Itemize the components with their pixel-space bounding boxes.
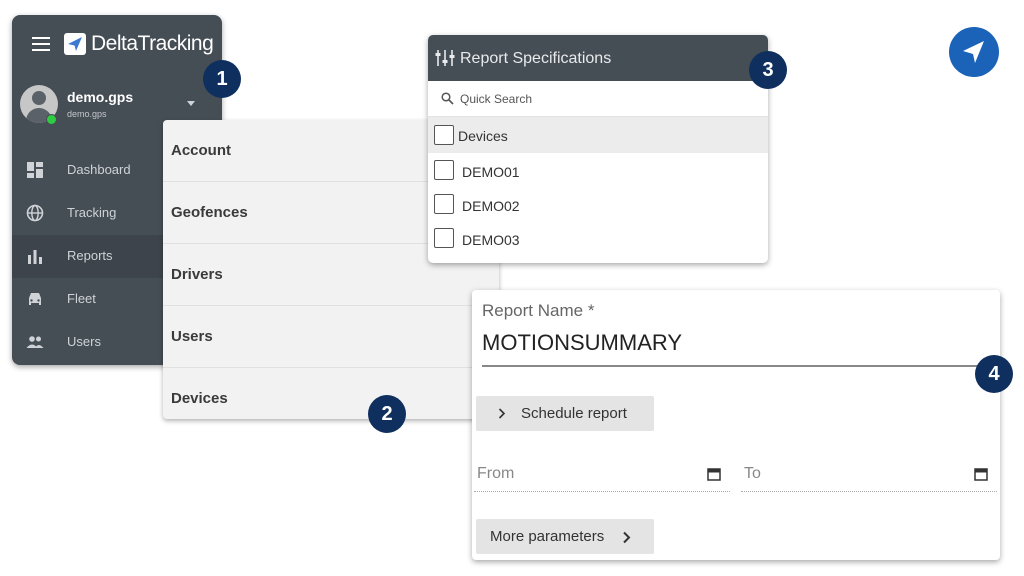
schedule-report-button[interactable]: Schedule report xyxy=(476,396,654,431)
sidebar-item-label: Reports xyxy=(67,248,113,263)
menu-item-label: Account xyxy=(171,142,231,159)
menu-item-devices[interactable]: Devices xyxy=(163,368,499,430)
navigation-arrow-button[interactable] xyxy=(949,27,999,77)
user-name: demo.gps xyxy=(67,89,134,105)
more-parameters-button[interactable]: More parameters xyxy=(476,519,654,554)
step-badge-2: 2 xyxy=(368,395,406,433)
calendar-icon[interactable] xyxy=(974,467,988,481)
device-row[interactable]: DEMO03 xyxy=(428,221,768,255)
spec-header: Report Specifications xyxy=(428,35,768,81)
menu-item-label: Drivers xyxy=(171,266,223,283)
to-date-field[interactable]: To xyxy=(741,450,997,492)
search-placeholder: Quick Search xyxy=(460,92,533,106)
device-row[interactable]: DEMO01 xyxy=(428,153,768,187)
logo-icon xyxy=(64,33,86,55)
report-name-label: Report Name * xyxy=(482,301,595,320)
report-name-input[interactable]: MOTIONSUMMARY xyxy=(482,330,682,356)
quick-search-input[interactable]: Quick Search xyxy=(428,81,768,117)
device-row[interactable]: DEMO02 xyxy=(428,187,768,221)
navigation-arrow-icon xyxy=(963,41,984,63)
sidebar-item-label: Tracking xyxy=(67,205,117,220)
sidebar-header: DeltaTracking xyxy=(12,15,222,75)
device-checkbox[interactable] xyxy=(434,194,454,214)
online-status-icon xyxy=(46,114,57,125)
from-date-label: From xyxy=(477,465,515,482)
menu-item-label: Devices xyxy=(171,390,228,407)
car-icon xyxy=(29,293,41,305)
step-badge-3: 3 xyxy=(749,51,787,89)
devices-header: Devices xyxy=(428,117,768,153)
sliders-icon xyxy=(435,50,455,66)
sidebar-item-label: Users xyxy=(67,334,101,349)
chevron-down-icon[interactable] xyxy=(187,101,195,106)
calendar-icon[interactable] xyxy=(707,467,721,481)
menu-item-label: Users xyxy=(171,328,213,345)
hamburger-menu-icon[interactable] xyxy=(32,37,50,51)
schedule-report-label: Schedule report xyxy=(521,405,627,422)
step-badge-4: 4 xyxy=(975,355,1013,393)
step-badge-1: 1 xyxy=(203,60,241,98)
device-label: DEMO03 xyxy=(462,232,520,248)
chevron-right-icon xyxy=(498,408,506,419)
bar-chart-icon xyxy=(28,250,42,264)
sidebar-item-label: Dashboard xyxy=(67,162,131,177)
menu-item-label: Geofences xyxy=(171,204,248,221)
report-form-panel: Report Name * MOTIONSUMMARY Schedule rep… xyxy=(472,290,1000,560)
select-all-devices-checkbox[interactable] xyxy=(434,125,454,145)
chevron-right-icon xyxy=(623,531,631,544)
search-icon xyxy=(441,92,454,105)
report-specifications-panel: Report Specifications Quick Search Devic… xyxy=(428,35,768,263)
user-subtitle: demo.gps xyxy=(67,109,107,119)
to-date-label: To xyxy=(744,465,761,482)
from-date-field[interactable]: From xyxy=(474,450,730,492)
report-name-underline xyxy=(482,365,992,367)
users-icon xyxy=(26,336,44,348)
menu-item-users[interactable]: Users xyxy=(163,306,499,368)
sidebar-item-label: Fleet xyxy=(67,291,96,306)
device-checkbox[interactable] xyxy=(434,160,454,180)
spec-title: Report Specifications xyxy=(460,50,612,67)
dashboard-icon xyxy=(27,162,43,178)
more-parameters-label: More parameters xyxy=(490,528,605,545)
device-label: DEMO02 xyxy=(462,198,520,214)
logo-text: DeltaTracking xyxy=(91,32,214,55)
device-label: DEMO01 xyxy=(462,164,520,180)
devices-header-label: Devices xyxy=(458,128,508,144)
globe-icon xyxy=(26,204,44,222)
device-checkbox[interactable] xyxy=(434,228,454,248)
